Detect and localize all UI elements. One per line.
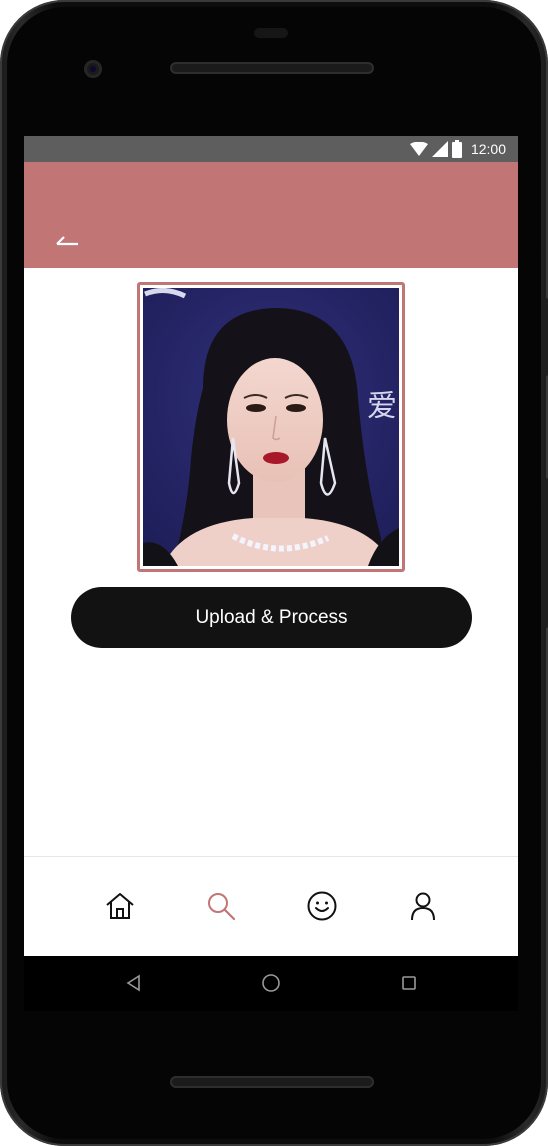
app-bar	[24, 162, 518, 268]
wifi-icon	[410, 142, 428, 156]
system-home-button[interactable]	[260, 972, 282, 994]
back-arrow-icon	[56, 236, 78, 246]
earpiece-speaker	[170, 62, 374, 74]
system-back-button[interactable]	[123, 972, 145, 994]
power-button	[544, 298, 548, 376]
home-circle-icon	[262, 974, 280, 992]
recents-square-icon	[402, 976, 416, 990]
home-icon	[106, 893, 134, 919]
bottom-nav	[24, 856, 518, 957]
back-triangle-icon	[126, 974, 140, 992]
battery-icon	[452, 140, 462, 158]
uploaded-photo: 爱	[143, 288, 399, 566]
system-recents-button[interactable]	[398, 972, 420, 994]
nav-emotion[interactable]	[305, 889, 339, 923]
nav-search[interactable]	[204, 889, 238, 923]
system-nav-bar	[24, 956, 518, 1011]
smiley-icon	[307, 891, 337, 921]
upload-process-button[interactable]: Upload & Process	[71, 587, 472, 648]
top-slot	[254, 28, 288, 38]
profile-icon	[411, 892, 435, 921]
back-button[interactable]	[52, 228, 84, 254]
nav-home[interactable]	[103, 889, 137, 923]
screen: 12:00 爱 Upload & Process	[24, 136, 518, 1011]
nav-profile[interactable]	[406, 889, 440, 923]
photo-frame[interactable]: 爱	[137, 282, 405, 572]
phone-frame: 12:00 爱 Upload & Process	[0, 0, 548, 1146]
search-icon	[208, 893, 236, 921]
signal-icon	[432, 141, 448, 157]
volume-button	[544, 478, 548, 628]
svg-text:爱: 爱	[367, 389, 397, 424]
front-camera	[84, 60, 102, 78]
status-icons	[410, 140, 462, 158]
status-time: 12:00	[470, 141, 506, 157]
bottom-speaker	[170, 1076, 374, 1088]
status-bar: 12:00	[24, 136, 518, 162]
